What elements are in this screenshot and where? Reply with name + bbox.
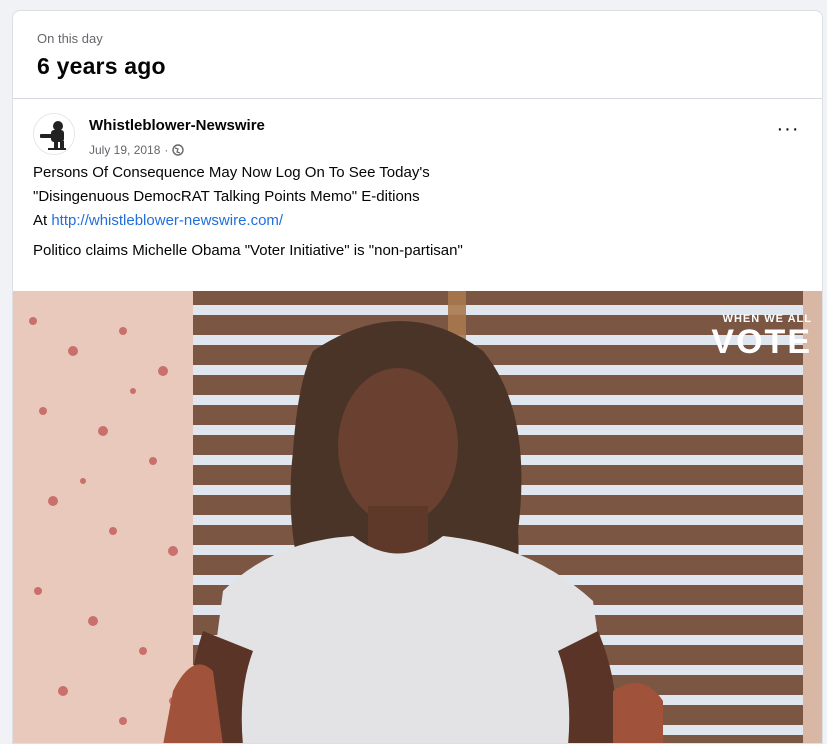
meta-separator: ·	[164, 143, 169, 157]
avatar[interactable]	[33, 113, 75, 155]
memory-card: On this day 6 years ago Whistleblower-Ne…	[12, 10, 823, 744]
watermark-big: VOTE	[711, 323, 812, 361]
post-text-line-1: Persons Of Consequence May Now Log On To…	[33, 164, 430, 181]
post-date[interactable]: July 19, 2018	[89, 143, 160, 157]
post-text-line-2: "Disingenuous DemocRAT Talking Points Me…	[33, 188, 420, 205]
memory-header: On this day 6 years ago	[13, 11, 822, 99]
author-name[interactable]: Whistleblower-Newswire	[89, 117, 822, 135]
globe-icon	[172, 144, 185, 156]
memory-title: 6 years ago	[37, 53, 166, 79]
post-caption: Politico claims Michelle Obama "Voter In…	[33, 242, 463, 259]
video-frame	[13, 291, 822, 743]
more-icon: ···	[776, 117, 800, 140]
post-link[interactable]: http://whistleblower-newswire.com/	[51, 212, 283, 229]
post-meta: July 19, 2018 ·	[89, 143, 822, 157]
post-video-thumbnail[interactable]: WHEN WE ALL VOTE	[13, 291, 822, 743]
avatar-image	[34, 114, 74, 154]
more-options-button[interactable]: ···	[772, 113, 804, 145]
vote-watermark: WHEN WE ALL VOTE	[711, 313, 812, 359]
memory-eyebrow: On this day	[37, 31, 103, 46]
post-header: Whistleblower-Newswire July 19, 2018 · ·…	[13, 99, 822, 161]
post-body: Persons Of Consequence May Now Log On To…	[13, 161, 822, 263]
link-prefix: At	[33, 212, 52, 229]
post-text-line-3: At http://whistleblower-newswire.com/	[33, 209, 802, 233]
